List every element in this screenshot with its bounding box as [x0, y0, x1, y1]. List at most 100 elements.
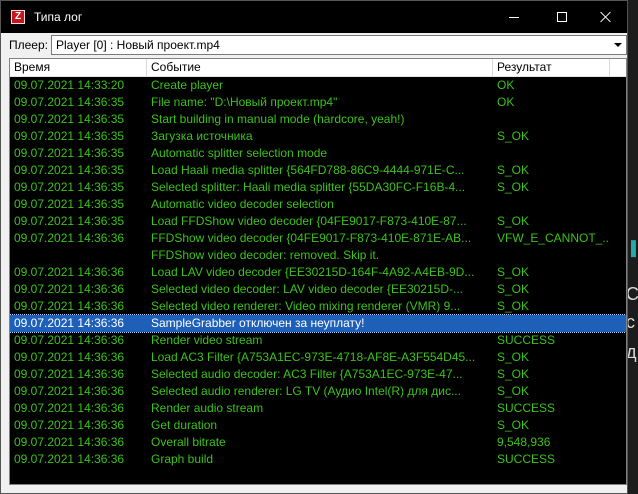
row-result: [493, 111, 610, 128]
row-event: Render audio stream: [151, 401, 264, 415]
log-row[interactable]: 09.07.2021 14:36:35 File name: "D:\Новый …: [10, 94, 626, 111]
row-result: OK: [497, 78, 515, 92]
log-row[interactable]: 09.07.2021 14:33:20 Create player OK: [10, 77, 626, 94]
log-row[interactable]: 09.07.2021 14:36:36 Render video stream SU…: [10, 332, 626, 349]
row-time: 09.07.2021 14:36:35: [14, 129, 125, 143]
log-rows: 09.07.2021 14:33:20 Create player OK 09.07.…: [10, 77, 626, 468]
row-event: FFDShow video decoder {04FE9017-F873-410…: [151, 231, 472, 245]
row-result: [493, 196, 610, 213]
row-event: Selected video renderer: Video mixing re…: [151, 299, 461, 313]
row-result: S_OK: [497, 350, 530, 364]
log-list[interactable]: Время Событие Результат 09.07.2021 14:33…: [9, 58, 627, 485]
row-result: OK: [497, 95, 515, 109]
minimize-button[interactable]: [491, 1, 537, 33]
row-event: Graph build: [151, 452, 214, 466]
row-event: Automatic video decoder selection: [151, 197, 334, 211]
log-row[interactable]: 09.07.2021 14:36:36 Selected audio render…: [10, 383, 626, 400]
row-time: 09.07.2021 14:36:36: [14, 384, 125, 398]
column-header-event[interactable]: Событие: [147, 59, 493, 77]
log-row[interactable]: 09.07.2021 14:36:36 Selected video decode…: [10, 281, 626, 298]
row-result: [493, 145, 610, 162]
log-row[interactable]: 09.07.2021 14:36:35 Automatic video decod…: [10, 196, 626, 213]
log-row[interactable]: 09.07.2021 14:36:35 Automatic splitter se…: [10, 145, 626, 162]
title-bar[interactable]: Z Типа лог: [1, 1, 627, 33]
row-event: Load AC3 Filter {A753A1EC-973E-4718-AF8E…: [151, 350, 476, 364]
row-time: 09.07.2021 14:36:36: [14, 401, 125, 415]
row-result: S_OK: [497, 265, 530, 279]
row-result: S_OK: [497, 299, 530, 313]
app-icon: Z: [11, 10, 25, 24]
log-row[interactable]: 09.07.2021 14:36:35 Selected splitter: Ha…: [10, 179, 626, 196]
maximize-button[interactable]: [539, 1, 585, 33]
row-time: 09.07.2021 14:36:35: [14, 214, 125, 228]
row-time: 09.07.2021 14:36:35: [14, 112, 125, 126]
row-event: Selected audio renderer: LG TV (Аудио In…: [151, 384, 461, 398]
log-row[interactable]: 09.07.2021 14:36:36 Selected video render…: [10, 298, 626, 315]
row-time: 09.07.2021 14:36:36: [14, 418, 125, 432]
row-time: 09.07.2021 14:36:35: [14, 146, 125, 160]
row-result: SUCCESS: [497, 452, 556, 466]
row-event: Automatic splitter selection mode: [151, 146, 328, 160]
row-time: 09.07.2021 14:36:35: [14, 163, 125, 177]
log-row[interactable]: 09.07.2021 14:36:36 Overall bitrate 9,548,…: [10, 434, 626, 451]
row-time: 09.07.2021 14:36:36: [14, 299, 125, 313]
row-event: Render video stream: [151, 333, 263, 347]
player-row: Плеер: Player [0] : Новый проект.mp4: [1, 34, 627, 56]
close-button[interactable]: [583, 1, 629, 33]
row-result: 9,548,936: [497, 435, 551, 449]
row-result: S_OK: [497, 418, 530, 432]
log-row[interactable]: 09.07.2021 14:36:36 SampleGrabber отключе…: [10, 314, 626, 333]
row-result: [493, 315, 610, 332]
log-row[interactable]: 09.07.2021 14:36:36 FFDShow video decoder…: [10, 230, 626, 247]
row-result: S_OK: [497, 129, 530, 143]
column-header-result[interactable]: Результат: [493, 59, 610, 77]
log-row[interactable]: 09.07.2021 14:36:36 Selected audio decode…: [10, 366, 626, 383]
row-event: Start building in manual mode (hardcore,…: [151, 112, 405, 126]
row-event: Get duration: [151, 418, 218, 432]
row-time: 09.07.2021 14:36:35: [14, 180, 125, 194]
row-result: S_OK: [497, 384, 530, 398]
row-time: 09.07.2021 14:36:36: [14, 231, 125, 245]
log-row[interactable]: 09.07.2021 14:36:36 Graph build SUCCESS: [10, 451, 626, 468]
row-time: 09.07.2021 14:36:36: [14, 265, 125, 279]
row-event: Selected video decoder: LAV video decode…: [151, 282, 463, 296]
row-result: SUCCESS: [497, 333, 556, 347]
log-row[interactable]: 09.07.2021 14:36:35 Load FFDShow video de…: [10, 213, 626, 230]
row-event: Overall bitrate: [151, 435, 226, 449]
maximize-icon: [557, 12, 567, 22]
row-time: 09.07.2021 14:36:36: [14, 435, 125, 449]
row-time: [10, 247, 147, 264]
list-header: Время Событие Результат: [10, 59, 626, 77]
log-row[interactable]: 09.07.2021 14:36:36 Render audio stream SU…: [10, 400, 626, 417]
log-row[interactable]: 09.07.2021 14:36:35 Start building in man…: [10, 111, 626, 128]
row-event: Selected audio decoder: AC3 Filter {A753…: [151, 367, 463, 381]
window-title: Типа лог: [34, 10, 83, 24]
log-row[interactable]: FFDShow video decoder: removed. Skip it.: [10, 247, 626, 264]
row-event: Load LAV video decoder {EE30215D-164F-4A…: [151, 265, 475, 279]
row-result: VFW_E_CANNOT_...: [497, 231, 610, 245]
row-event: Selected splitter: Haali media splitter …: [151, 180, 466, 194]
log-row[interactable]: 09.07.2021 14:36:36 Load LAV video decode…: [10, 264, 626, 281]
row-result: [493, 247, 610, 264]
log-row[interactable]: 09.07.2021 14:36:36 Get duration S_OK: [10, 417, 626, 434]
log-row[interactable]: 09.07.2021 14:36:35 Load Haali media spli…: [10, 162, 626, 179]
row-event: Загузка источника: [151, 129, 253, 143]
row-result: S_OK: [497, 214, 530, 228]
player-select[interactable]: Player [0] : Новый проект.mp4: [50, 35, 627, 55]
column-header-time[interactable]: Время: [10, 59, 147, 77]
log-row[interactable]: 09.07.2021 14:36:35 Загузка источника S_OK: [10, 128, 626, 145]
row-time: 09.07.2021 14:36:36: [14, 452, 125, 466]
row-result: S_OK: [497, 282, 530, 296]
player-select-value: Player [0] : Новый проект.mp4: [55, 38, 220, 52]
player-dropdown-button[interactable]: [610, 36, 626, 54]
log-row[interactable]: 09.07.2021 14:36:36 Load AC3 Filter {A753…: [10, 349, 626, 366]
row-time: 09.07.2021 14:36:35: [14, 95, 125, 109]
row-time: 09.07.2021 14:36:36: [14, 333, 125, 347]
log-window: Z Типа лог Плеер: Player [0] : Новый про…: [0, 0, 628, 494]
row-time: 09.07.2021 14:33:20: [14, 78, 125, 92]
row-time: 09.07.2021 14:36:36: [14, 282, 125, 296]
row-time: 09.07.2021 14:36:35: [14, 197, 125, 211]
row-event: SampleGrabber отключен за неуплату!: [151, 316, 365, 330]
row-time: 09.07.2021 14:36:36: [14, 350, 125, 364]
chevron-down-icon: [614, 43, 622, 47]
